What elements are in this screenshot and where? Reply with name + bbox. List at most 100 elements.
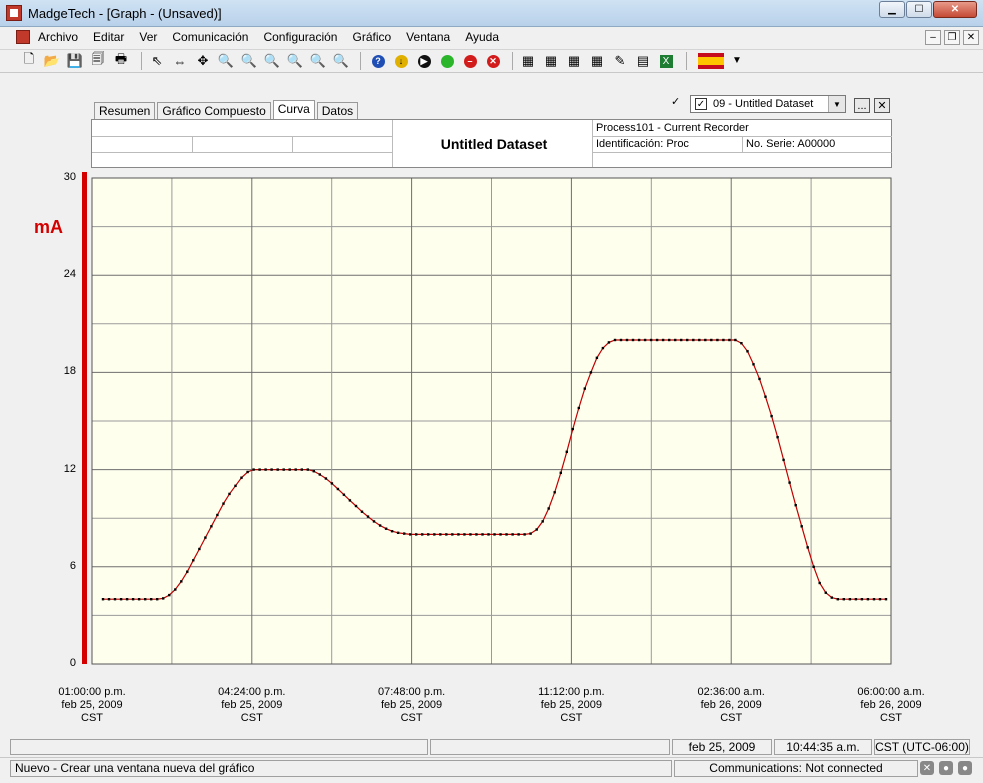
data-point [854, 598, 858, 601]
data-point [427, 533, 430, 536]
status-field-empty [10, 739, 428, 755]
data-point [421, 533, 424, 536]
data-point [535, 528, 538, 531]
data-point [589, 371, 593, 374]
data-point [228, 492, 231, 496]
data-point [282, 468, 285, 471]
data-point [764, 395, 767, 398]
data-point [324, 477, 328, 480]
data-point [607, 341, 611, 344]
status-timezone: CST (UTC-06:00) [874, 739, 970, 755]
current-chart[interactable] [0, 0, 983, 782]
data-point [649, 338, 653, 342]
data-point [565, 450, 568, 453]
data-point [740, 342, 743, 345]
data-point [372, 520, 376, 523]
data-point [710, 338, 713, 342]
data-point [210, 525, 213, 528]
data-point [390, 530, 394, 533]
data-point [595, 356, 599, 359]
data-point [752, 363, 755, 366]
data-point [433, 533, 436, 536]
data-point [818, 581, 821, 585]
data-point [294, 468, 297, 471]
data-point [252, 468, 255, 471]
data-point [125, 598, 129, 601]
data-point [788, 481, 791, 484]
data-point [517, 533, 520, 536]
data-point [156, 598, 159, 601]
data-point [180, 580, 183, 583]
data-point [258, 468, 261, 471]
data-point [722, 338, 725, 342]
data-point [168, 593, 171, 597]
data-point [360, 510, 364, 513]
data-point [415, 533, 418, 536]
status-field-empty [430, 739, 670, 755]
data-point [192, 559, 195, 562]
data-point [216, 513, 219, 517]
data-point [204, 536, 207, 539]
status-bar-top: feb 25, 2009 10:44:35 a.m. CST (UTC-06:0… [0, 737, 983, 757]
data-point [101, 598, 105, 601]
data-point [348, 499, 352, 502]
data-point [342, 493, 346, 496]
data-point [668, 338, 671, 342]
data-point [409, 533, 412, 536]
data-point [396, 531, 400, 534]
disconnect-icon[interactable]: ✕ [920, 761, 934, 775]
data-point [318, 473, 321, 476]
data-point [439, 533, 442, 536]
data-point [734, 338, 737, 342]
data-point [655, 338, 659, 342]
data-point [198, 547, 201, 551]
data-point [330, 482, 334, 485]
data-point [782, 458, 785, 462]
data-point [487, 533, 490, 536]
data-point [848, 598, 852, 601]
data-point [758, 377, 761, 381]
data-point [692, 338, 695, 342]
data-point [270, 468, 273, 471]
data-point [336, 487, 340, 491]
data-point [728, 338, 731, 342]
data-point [499, 533, 502, 536]
data-point [469, 533, 472, 536]
data-point [601, 346, 605, 350]
data-point [553, 491, 556, 494]
data-point [842, 598, 845, 601]
data-point [704, 338, 707, 342]
data-point [830, 596, 833, 599]
data-point [384, 527, 388, 530]
data-point [529, 532, 532, 535]
data-point [113, 598, 117, 601]
data-point [625, 338, 629, 342]
data-point [631, 338, 635, 342]
data-point [860, 598, 864, 601]
data-point [354, 504, 358, 508]
data-point [246, 470, 249, 474]
data-point [637, 338, 641, 342]
data-point [884, 598, 888, 601]
data-point [866, 598, 870, 601]
data-point [222, 502, 225, 505]
data-point [403, 532, 406, 535]
data-point [162, 597, 165, 600]
data-point [686, 338, 689, 342]
data-point [300, 468, 303, 471]
status-bar: Nuevo - Crear una ventana nueva del gráf… [0, 757, 983, 783]
data-point [481, 533, 484, 536]
data-point [559, 471, 562, 474]
data-point [583, 387, 586, 390]
data-point [240, 476, 243, 479]
data-point [234, 484, 237, 487]
data-point [541, 520, 544, 523]
status-time: 10:44:35 a.m. [774, 739, 872, 755]
data-point [746, 350, 749, 353]
data-point [571, 427, 574, 431]
data-point [144, 598, 147, 601]
data-point [174, 588, 177, 591]
data-point [306, 468, 309, 471]
data-point [547, 507, 550, 510]
data-point [264, 468, 267, 471]
